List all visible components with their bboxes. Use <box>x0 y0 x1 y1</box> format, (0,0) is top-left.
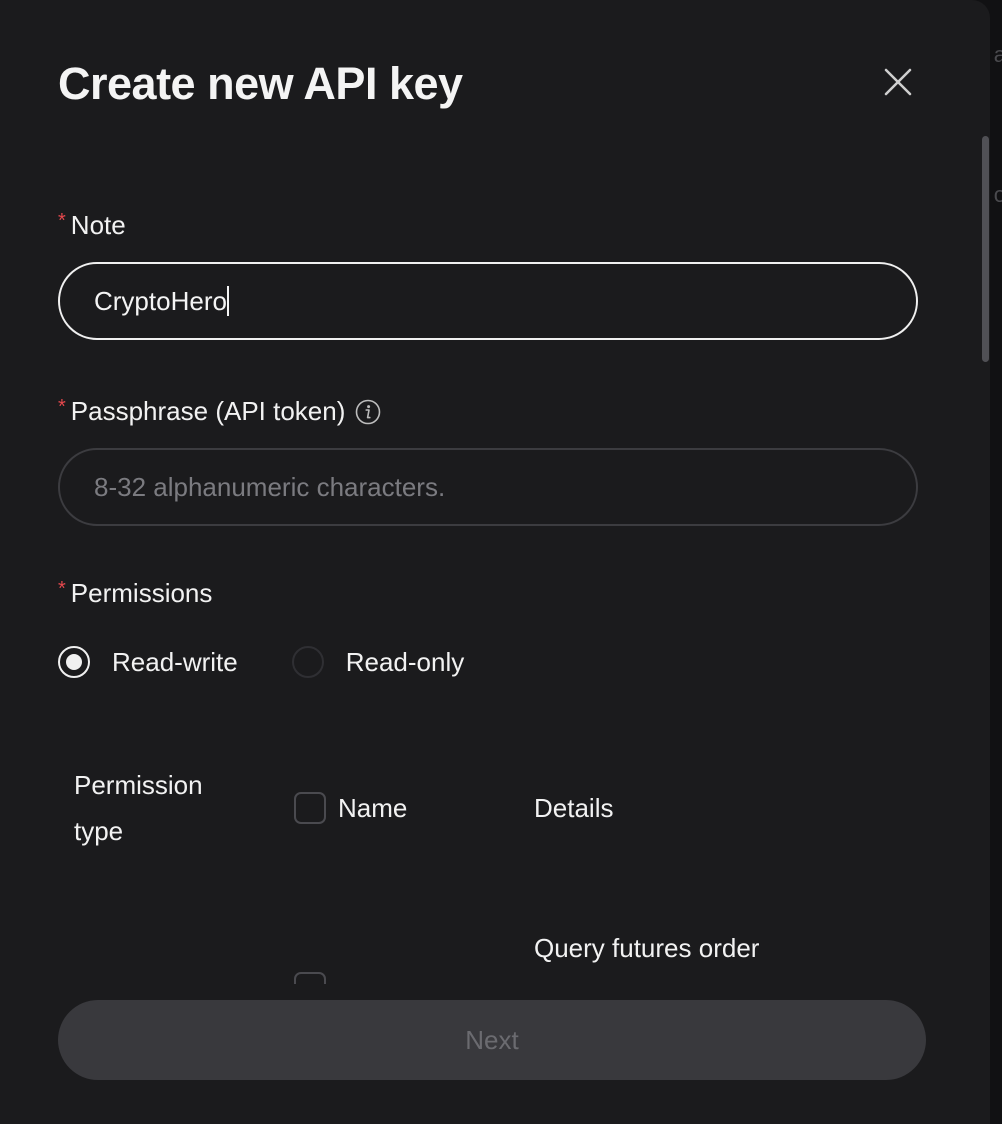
radio-unchecked-icon <box>291 646 324 678</box>
table-header-details: Details <box>534 793 614 823</box>
note-input-value: CryptoHero <box>94 285 227 316</box>
note-label: * Note <box>58 210 126 241</box>
row-details-text: Query futures order <box>534 933 760 963</box>
select-all-checkbox[interactable] <box>294 792 326 824</box>
permissions-radio-group: Read-write Read-only <box>58 646 464 678</box>
info-icon[interactable] <box>355 399 381 425</box>
note-label-text: Note <box>70 210 126 240</box>
header-text: type <box>74 816 124 846</box>
table-header-name: Name <box>338 793 408 823</box>
permissions-label: * Permissions <box>58 578 212 609</box>
required-marker: * <box>58 578 66 600</box>
radio-read-write-label: Read-write <box>112 646 238 677</box>
background-text-fragment: a <box>993 42 1002 67</box>
note-input[interactable]: CryptoHero <box>58 262 918 340</box>
required-marker: * <box>58 396 66 418</box>
passphrase-label: * Passphrase (API token) <box>58 396 381 427</box>
passphrase-label-text: Passphrase (API token) <box>70 396 346 426</box>
create-api-key-modal: Create new API key * Note CryptoHero * P… <box>0 0 990 1124</box>
required-marker: * <box>58 210 66 232</box>
passphrase-input[interactable] <box>58 448 918 526</box>
radio-read-write[interactable]: Read-write <box>58 646 238 678</box>
scrollbar-thumb[interactable] <box>982 136 989 362</box>
next-button[interactable]: Next <box>58 1000 926 1080</box>
background-text-fragment: o <box>993 182 1002 207</box>
radio-read-only[interactable]: Read-only <box>291 646 465 678</box>
table-header-permission-type: Permission type <box>74 762 203 854</box>
close-icon[interactable] <box>880 64 916 100</box>
header-text: Permission <box>74 770 203 800</box>
radio-read-only-label: Read-only <box>345 646 465 677</box>
modal-title: Create new API key <box>58 58 463 109</box>
text-cursor <box>226 286 229 316</box>
radio-checked-icon <box>58 646 90 678</box>
permissions-label-text: Permissions <box>70 578 213 608</box>
